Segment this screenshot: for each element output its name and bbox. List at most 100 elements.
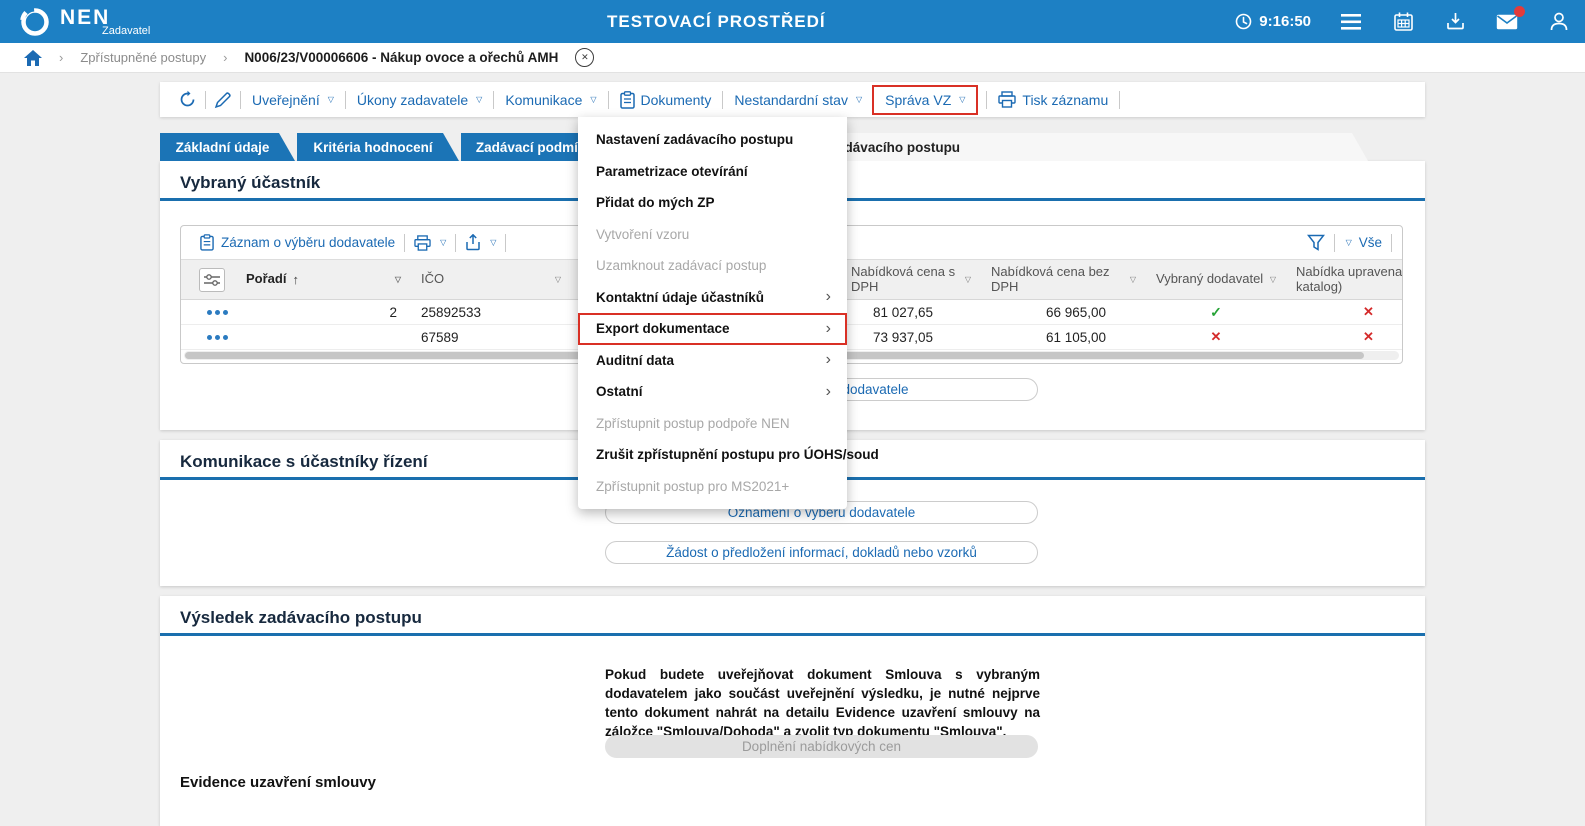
- sort-asc-icon: ↑: [292, 272, 299, 287]
- section-underline: [160, 633, 1425, 636]
- menu-item-label: Vytvoření vzoru: [596, 226, 690, 242]
- chevron-down-icon: ▽: [590, 95, 597, 104]
- breadcrumb-record: N006/23/V00006606 - Nákup ovoce a ořechů…: [244, 50, 559, 65]
- row-menu-icon[interactable]: [191, 334, 228, 340]
- dokumenty-button[interactable]: Dokumenty: [609, 90, 723, 109]
- chevron-down-icon: ▽: [440, 238, 447, 247]
- column-header-vybrany-dodavatel[interactable]: Vybraný dodavatel ▽: [1146, 260, 1286, 299]
- sprava-vz-dropdown-menu: Nastavení zadávacího postupu Parametriza…: [578, 117, 879, 509]
- breadcrumb-chevron-icon: ›: [59, 50, 64, 65]
- column-label: Vybraný dodavatel: [1156, 271, 1264, 287]
- brand-role: Zadavatel: [102, 24, 151, 37]
- menu-item-export-dokumentace[interactable]: Export dokumentace ›: [578, 313, 847, 345]
- menu-hamburger-icon[interactable]: [1339, 10, 1363, 34]
- session-time: 9:16:50: [1235, 13, 1311, 30]
- session-time-value: 9:16:50: [1259, 13, 1311, 30]
- tab-label: Kritéria hodnocení: [313, 139, 433, 155]
- menu-sprava-vz-label: Správa VZ: [885, 91, 952, 108]
- submenu-arrow-icon: ›: [825, 382, 831, 400]
- menu-item-label: Parametrizace otevírání: [596, 163, 748, 179]
- menu-sprava-vz[interactable]: Správa VZ ▽: [874, 87, 976, 113]
- user-profile-icon[interactable]: [1547, 10, 1571, 34]
- nen-app: { "topbar": { "brand": "NEN", "brand_sub…: [0, 0, 1585, 826]
- menu-item-kontaktni-udaje[interactable]: Kontaktní údaje účastníků ›: [578, 282, 847, 314]
- cell-cena-s-dph: 81 027,65: [872, 304, 933, 320]
- download-icon[interactable]: [1443, 10, 1467, 34]
- refresh-button[interactable]: [170, 90, 205, 109]
- chevron-down-icon[interactable]: ▽: [391, 275, 401, 284]
- breadcrumb-chevron-icon: ›: [223, 50, 228, 65]
- column-header-cena-bez-dph[interactable]: Nabídková cena bez DPH ▽: [981, 260, 1146, 299]
- menu-item-zpristupnit-ms2021: Zpřístupnit postup pro MS2021+: [578, 471, 847, 503]
- grid-print-button[interactable]: ▽: [405, 234, 455, 251]
- home-icon[interactable]: [24, 49, 42, 67]
- clipboard-icon: [200, 234, 214, 251]
- filter-button[interactable]: [1298, 234, 1334, 251]
- tab-kriteria-hodnoceni[interactable]: Kritéria hodnocení: [297, 133, 459, 161]
- menu-ukony-label: Úkony zadavatele: [356, 91, 469, 108]
- clock-icon: [1235, 13, 1252, 30]
- menu-nestandardni-stav[interactable]: Nestandardní stav ▽: [723, 92, 873, 108]
- grid-export-button[interactable]: ▽: [456, 234, 505, 251]
- menu-ukony-zadavatele[interactable]: Úkony zadavatele ▽: [346, 92, 493, 108]
- messages-badge: [1514, 5, 1525, 17]
- filter-view-select[interactable]: ▽ Vše: [1335, 235, 1391, 250]
- calendar-icon[interactable]: [1391, 10, 1415, 34]
- column-header-ico[interactable]: IČO ▽: [411, 260, 571, 299]
- nen-logo[interactable]: NEN Zadavatel: [18, 5, 150, 39]
- menu-item-uzamknout: Uzamknout zadávací postup: [578, 250, 847, 282]
- menu-komunikace[interactable]: Komunikace ▽: [494, 92, 607, 108]
- divider: [505, 233, 507, 252]
- nen-logo-icon: [20, 5, 49, 36]
- cell-cena-bez-dph: 66 965,00: [1045, 304, 1106, 320]
- close-record-icon[interactable]: ✕: [575, 48, 595, 67]
- messages-icon[interactable]: [1495, 5, 1525, 34]
- top-bar: NEN Zadavatel TESTOVACÍ PROSTŘEDÍ 9:16:5…: [0, 0, 1585, 43]
- chevron-down-icon[interactable]: ▽: [551, 275, 561, 284]
- chevron-down-icon: ▽: [959, 95, 966, 104]
- edit-button[interactable]: [206, 91, 240, 109]
- chevron-down-icon[interactable]: ▽: [961, 275, 971, 284]
- chevron-down-icon[interactable]: ▽: [1266, 275, 1276, 284]
- topbar-actions: 9:16:50: [1235, 0, 1571, 43]
- menu-item-label: Ostatní: [596, 384, 643, 400]
- grid-settings-icon[interactable]: [199, 267, 225, 292]
- menu-item-auditni-data[interactable]: Auditní data ›: [578, 345, 847, 377]
- row-actions: [181, 309, 236, 315]
- submenu-arrow-icon: ›: [825, 351, 831, 369]
- record-of-selection-label: Záznam o výběru dodavatele: [221, 235, 396, 250]
- menu-item-label: Uzamknout zadávací postup: [596, 258, 767, 274]
- menu-uverejneni-label: Uveřejnění: [252, 91, 320, 108]
- zadost-o-predlozeni-button[interactable]: Žádost o předložení informací, dokladů n…: [605, 541, 1038, 564]
- section-vysledek: Výsledek zadávacího postupu Pokud budete…: [160, 596, 1425, 826]
- result-note-text: Pokud budete uveřejňovat dokument Smlouv…: [605, 666, 1040, 739]
- breadcrumb-section[interactable]: Zpřístupněné postupy: [80, 50, 206, 65]
- cell-cena-bez-dph: 61 105,00: [1045, 329, 1106, 345]
- cell-ico: 67589: [421, 329, 459, 345]
- submenu-arrow-icon: ›: [825, 319, 831, 337]
- column-label: Nabídková cena s DPH: [851, 263, 956, 294]
- row-actions: [181, 334, 236, 340]
- column-header-poradi[interactable]: Pořadí ↑ ▽: [236, 260, 411, 299]
- print-record-button[interactable]: Tisk záznamu: [987, 91, 1119, 108]
- menu-item-pridat-do-mych-zp[interactable]: Přidat do mých ZP: [578, 187, 847, 219]
- menu-item-zrusit-zpristupneni[interactable]: Zrušit zpřístupnění postupu pro ÚOHS/sou…: [578, 439, 879, 471]
- menu-item-label: Zpřístupnit postup pro MS2021+: [596, 478, 790, 494]
- chevron-down-icon[interactable]: ▽: [1126, 275, 1136, 284]
- column-header-cena-s-dph[interactable]: Nabídková cena s DPH ▽: [841, 260, 981, 299]
- menu-item-ostatni[interactable]: Ostatní ›: [578, 376, 847, 408]
- menu-uverejneni[interactable]: Uveřejnění ▽: [241, 92, 345, 108]
- column-header-nabidka-upravena[interactable]: Nabídka upravena (E-katalog): [1286, 260, 1402, 299]
- evidence-smlouvy-subheading: Evidence uzavření smlouvy: [180, 774, 376, 791]
- row-menu-icon[interactable]: [191, 309, 228, 315]
- tab-zakladni-udaje[interactable]: Základní údaje: [160, 133, 295, 161]
- column-label: Pořadí: [246, 271, 287, 287]
- menu-item-nastaveni[interactable]: Nastavení zadávacího postupu: [578, 124, 847, 156]
- record-of-selection-button[interactable]: Záznam o výběru dodavatele: [191, 234, 404, 251]
- tab-label: Základní údaje: [175, 139, 270, 155]
- section-title: Výsledek zadávacího postupu: [180, 608, 422, 627]
- grid-filter-controls: ▽ Vše: [1298, 233, 1392, 252]
- printer-icon: [998, 91, 1017, 108]
- print-record-label: Tisk záznamu: [1022, 91, 1109, 108]
- menu-item-parametrizace[interactable]: Parametrizace otevírání: [578, 156, 847, 188]
